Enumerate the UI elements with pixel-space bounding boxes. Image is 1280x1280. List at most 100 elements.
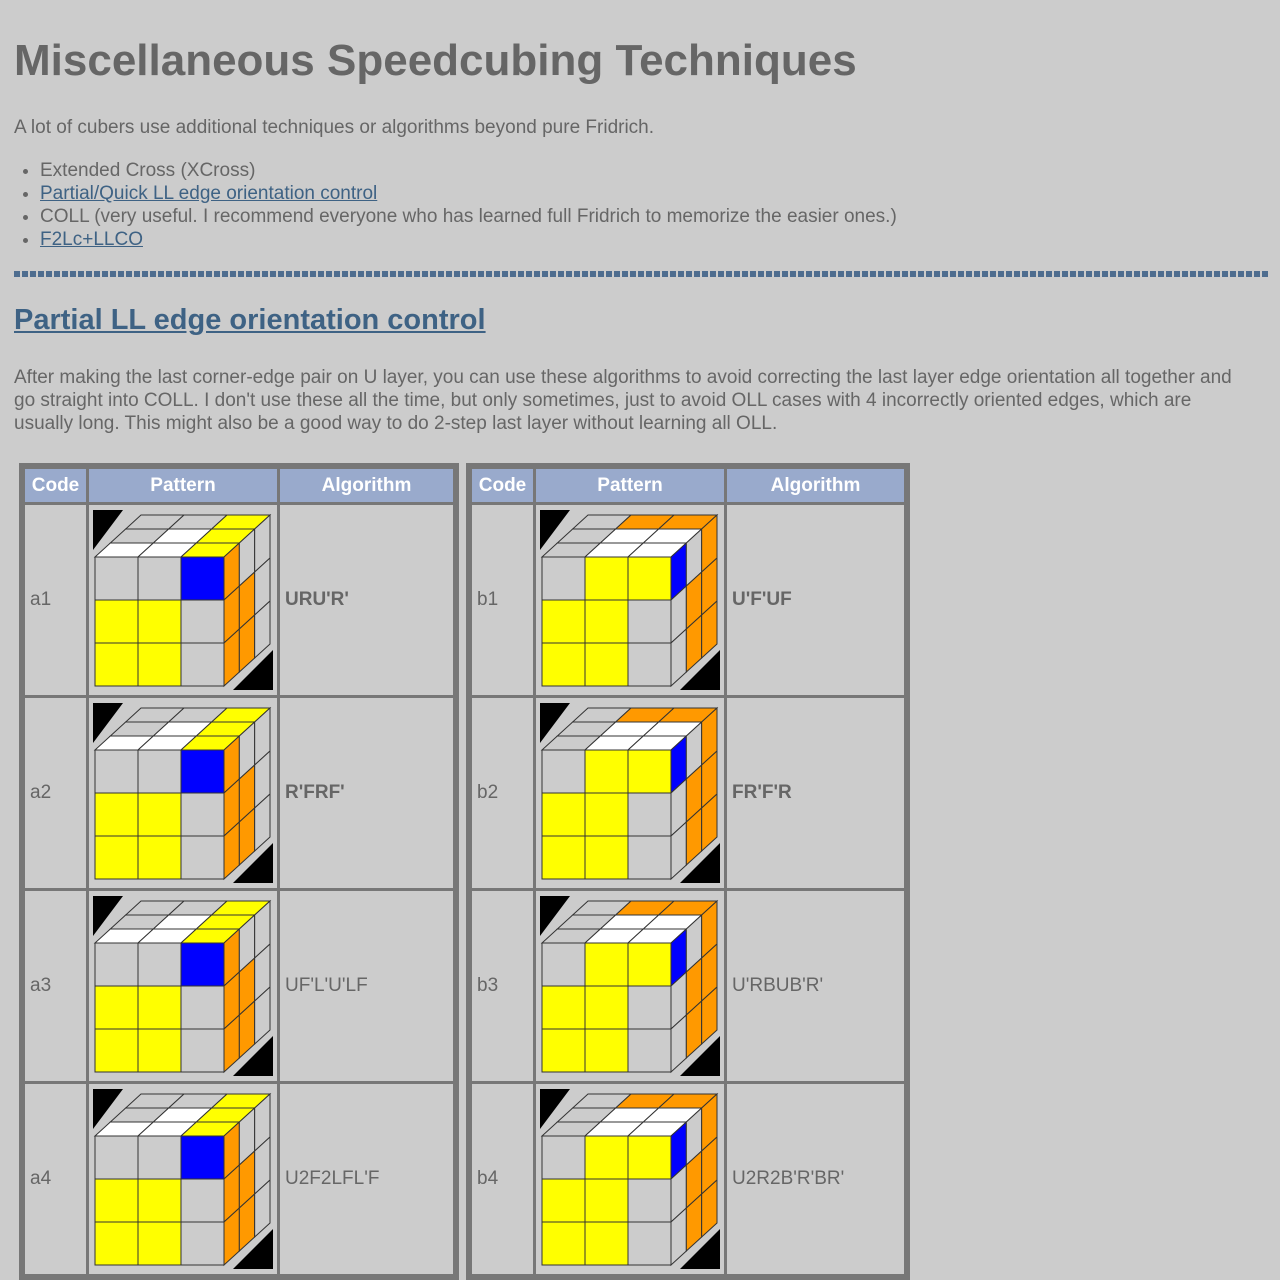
table-row: b4 U2R2B'R'BR' — [472, 1084, 904, 1274]
table-row: b3 U'RBUB'R' — [472, 891, 904, 1081]
technique-item[interactable]: F2Lc+LLCO — [40, 228, 1268, 251]
section-description: After making the last corner-edge pair o… — [14, 367, 1232, 434]
sticker — [627, 792, 672, 837]
case-algorithm: FR'F'R — [727, 698, 904, 888]
sticker — [94, 749, 139, 794]
sticker — [627, 1178, 672, 1223]
table-row: a1 URU'R' — [25, 505, 453, 695]
sticker — [584, 1178, 629, 1223]
technique-item: Extended Cross (XCross) — [40, 159, 1268, 182]
sticker — [584, 1028, 629, 1073]
sticker — [541, 556, 586, 601]
technique-link[interactable]: F2Lc+LLCO — [40, 229, 143, 250]
case-pattern — [536, 698, 724, 888]
sticker — [584, 792, 629, 837]
sticker — [627, 835, 672, 880]
sticker — [180, 835, 225, 880]
sticker — [94, 985, 139, 1030]
sticker — [137, 792, 182, 837]
sticker — [94, 792, 139, 837]
case-code: b1 — [472, 505, 533, 695]
sticker — [137, 985, 182, 1030]
cube-pattern-diagram — [540, 1089, 720, 1269]
technique-list: Extended Cross (XCross) Partial/Quick LL… — [14, 159, 1268, 251]
sticker — [137, 599, 182, 644]
header-code: Code — [25, 469, 86, 502]
case-code: a3 — [25, 891, 86, 1081]
sticker — [627, 1135, 672, 1180]
sticker — [584, 1135, 629, 1180]
sticker — [627, 599, 672, 644]
section-title[interactable]: Partial LL edge orientation control — [14, 303, 1268, 337]
sticker — [180, 985, 225, 1030]
sticker — [94, 942, 139, 987]
sticker — [94, 642, 139, 687]
page: Miscellaneous Speedcubing Techniques A l… — [0, 0, 1280, 1280]
sticker — [137, 835, 182, 880]
sticker — [180, 1178, 225, 1223]
sticker — [137, 1221, 182, 1266]
case-code: a1 — [25, 505, 86, 695]
technique-item[interactable]: Partial/Quick LL edge orientation contro… — [40, 182, 1268, 205]
sticker — [541, 1178, 586, 1223]
sticker — [541, 985, 586, 1030]
sticker — [627, 642, 672, 687]
sticker — [541, 599, 586, 644]
sticker — [627, 942, 672, 987]
sticker — [137, 556, 182, 601]
case-code: b2 — [472, 698, 533, 888]
cube-pattern-diagram — [540, 896, 720, 1076]
table-row: a3 UF'L'U'LF — [25, 891, 453, 1081]
sticker — [137, 942, 182, 987]
section-title-link[interactable]: Partial LL edge orientation control — [14, 304, 486, 336]
header-pattern: Pattern — [89, 469, 277, 502]
sticker — [627, 985, 672, 1030]
sticker — [627, 1028, 672, 1073]
cube-pattern-diagram — [540, 703, 720, 883]
case-pattern — [89, 698, 277, 888]
sticker — [94, 599, 139, 644]
algorithm-tables: Code Pattern Algorithm a1 URU'R' a2 R'FRF' a… — [19, 463, 1268, 1280]
header-algorithm: Algorithm — [727, 469, 904, 502]
header-code: Code — [472, 469, 533, 502]
sticker — [584, 1221, 629, 1266]
sticker — [180, 556, 225, 601]
case-code: b3 — [472, 891, 533, 1081]
algorithm-table-b: Code Pattern Algorithm b1 U'F'UF b2 FR'F'R b… — [466, 463, 910, 1280]
sticker — [94, 1178, 139, 1223]
sticker — [541, 835, 586, 880]
sticker — [137, 749, 182, 794]
table-header-row: Code Pattern Algorithm — [472, 469, 904, 502]
case-algorithm: UF'L'U'LF — [280, 891, 453, 1081]
sticker — [180, 942, 225, 987]
sticker — [137, 1178, 182, 1223]
sticker — [627, 749, 672, 794]
case-algorithm: U2R2B'R'BR' — [727, 1084, 904, 1274]
header-pattern: Pattern — [536, 469, 724, 502]
algorithm-table-a: Code Pattern Algorithm a1 URU'R' a2 R'FRF' a… — [19, 463, 459, 1280]
cube-pattern-diagram — [93, 703, 273, 883]
sticker — [584, 599, 629, 644]
sticker — [541, 792, 586, 837]
case-algorithm: U2F2LFL'F — [280, 1084, 453, 1274]
technique-link[interactable]: Partial/Quick LL edge orientation contro… — [40, 183, 377, 204]
sticker — [180, 792, 225, 837]
technique-label: Extended Cross (XCross) — [40, 160, 256, 181]
case-pattern — [536, 505, 724, 695]
sticker — [584, 835, 629, 880]
sticker — [137, 642, 182, 687]
sticker — [627, 1221, 672, 1266]
table-row: b1 U'F'UF — [472, 505, 904, 695]
case-algorithm: R'FRF' — [280, 698, 453, 888]
sticker — [584, 985, 629, 1030]
sticker — [137, 1028, 182, 1073]
sticker — [180, 1028, 225, 1073]
case-pattern — [89, 1084, 277, 1274]
cube-pattern-diagram — [93, 896, 273, 1076]
cube-pattern-diagram — [93, 510, 273, 690]
sticker — [541, 1135, 586, 1180]
case-pattern — [536, 891, 724, 1081]
sticker — [94, 556, 139, 601]
table-row: b2 FR'F'R — [472, 698, 904, 888]
header-algorithm: Algorithm — [280, 469, 453, 502]
